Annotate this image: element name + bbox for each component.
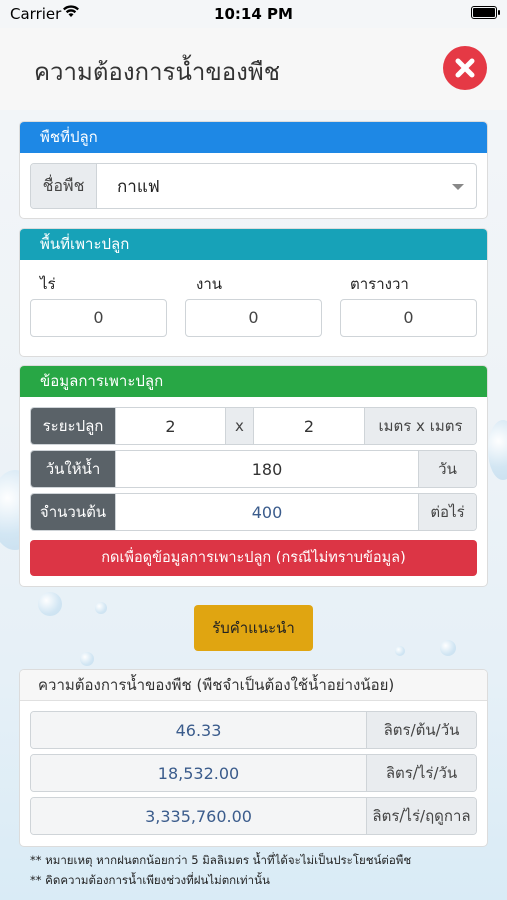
count-input[interactable]: 400	[116, 494, 418, 530]
water-bubble	[95, 602, 107, 614]
ngan-input[interactable]: 0	[185, 299, 322, 337]
wa-label: ตารางวา	[350, 275, 409, 293]
water-bubble	[440, 640, 456, 656]
rai-input[interactable]: 0	[30, 299, 167, 337]
result-card-header: ความต้องการน้ำของพืช (พืชจำเป็นต้องใช้น้…	[20, 670, 487, 701]
spacing-unit: เมตร x เมตร	[364, 408, 476, 444]
footnote: ** หมายเหตุ หากฝนตกน้อยกว่า 5 มิลลิเมตร …	[30, 853, 412, 867]
planting-card: ข้อมูลการเพาะปลูก ระยะปลูก 2 x 2 เมตร x …	[20, 366, 487, 586]
days-group: วันให้น้ำ 180 วัน	[30, 450, 477, 488]
nav-header: ความต้องการน้ำของพืช	[0, 28, 507, 110]
count-unit: ต่อไร่	[418, 494, 476, 530]
spacing-x: x	[226, 408, 254, 444]
result-row: 18,532.00 ลิตร/ไร่/วัน	[30, 754, 477, 792]
water-bubble	[488, 420, 507, 480]
page-title: ความต้องการน้ำของพืช	[34, 58, 280, 86]
spacing-a-input[interactable]: 2	[116, 408, 226, 444]
area-card-header: พื้นที่เพาะปลูก	[20, 229, 487, 260]
count-group: จำนวนต้น 400 ต่อไร่	[30, 493, 477, 531]
result-value: 18,532.00	[31, 755, 366, 791]
result-row: 3,335,760.00 ลิตร/ไร่/ฤดูกาล	[30, 797, 477, 835]
ngan-label: งาน	[196, 275, 223, 293]
planting-card-header: ข้อมูลการเพาะปลูก	[20, 366, 487, 397]
crop-name-label: ชื่อพืช	[31, 164, 97, 208]
crop-selected-value: กาแฟ	[117, 176, 160, 197]
rai-label: ไร่	[40, 275, 56, 293]
result-unit: ลิตร/ไร่/ฤดูกาล	[366, 798, 476, 834]
days-input[interactable]: 180	[116, 451, 418, 487]
water-bubble	[80, 652, 94, 666]
result-value: 46.33	[31, 712, 366, 748]
spacing-group: ระยะปลูก 2 x 2 เมตร x เมตร	[30, 407, 477, 445]
area-card: พื้นที่เพาะปลูก ไร่ งาน ตารางวา 0 0 0	[20, 229, 487, 356]
status-bar: Carrier 10:14 PM	[0, 0, 507, 28]
get-advice-button[interactable]: รับคำแนะนำ	[194, 605, 313, 651]
result-row: 46.33 ลิตร/ต้น/วัน	[30, 711, 477, 749]
days-unit: วัน	[418, 451, 476, 487]
count-label: จำนวนต้น	[31, 494, 116, 530]
water-bubble	[395, 646, 405, 656]
clock: 10:14 PM	[214, 5, 293, 23]
spacing-b-input[interactable]: 2	[254, 408, 364, 444]
crop-card-header: พืชที่ปลูก	[20, 122, 487, 153]
result-unit: ลิตร/ไร่/วัน	[366, 755, 476, 791]
spacing-label: ระยะปลูก	[31, 408, 116, 444]
days-label: วันให้น้ำ	[31, 451, 116, 487]
footnotes: ** หมายเหตุ หากฝนตกน้อยกว่า 5 มิลลิเมตร …	[30, 850, 411, 890]
crop-card: พืชที่ปลูก ชื่อพืช กาแฟ	[20, 122, 487, 218]
close-button[interactable]	[443, 46, 487, 90]
crop-select[interactable]: ชื่อพืช กาแฟ	[30, 163, 477, 209]
result-card: ความต้องการน้ำของพืช (พืชจำเป็นต้องใช้น้…	[20, 670, 487, 846]
planting-info-button[interactable]: กดเพื่อดูข้อมูลการเพาะปลูก (กรณีไม่ทราบข…	[30, 540, 477, 576]
chevron-down-icon	[452, 184, 464, 190]
wa-input[interactable]: 0	[340, 299, 477, 337]
battery-icon	[471, 6, 500, 19]
footnote: ** คิดความต้องการน้ำเพียงช่วงที่ฝนไม่ตกเ…	[30, 873, 270, 887]
water-bubble	[38, 592, 62, 616]
result-unit: ลิตร/ต้น/วัน	[366, 712, 476, 748]
close-icon	[455, 58, 475, 78]
result-value: 3,335,760.00	[31, 798, 366, 834]
